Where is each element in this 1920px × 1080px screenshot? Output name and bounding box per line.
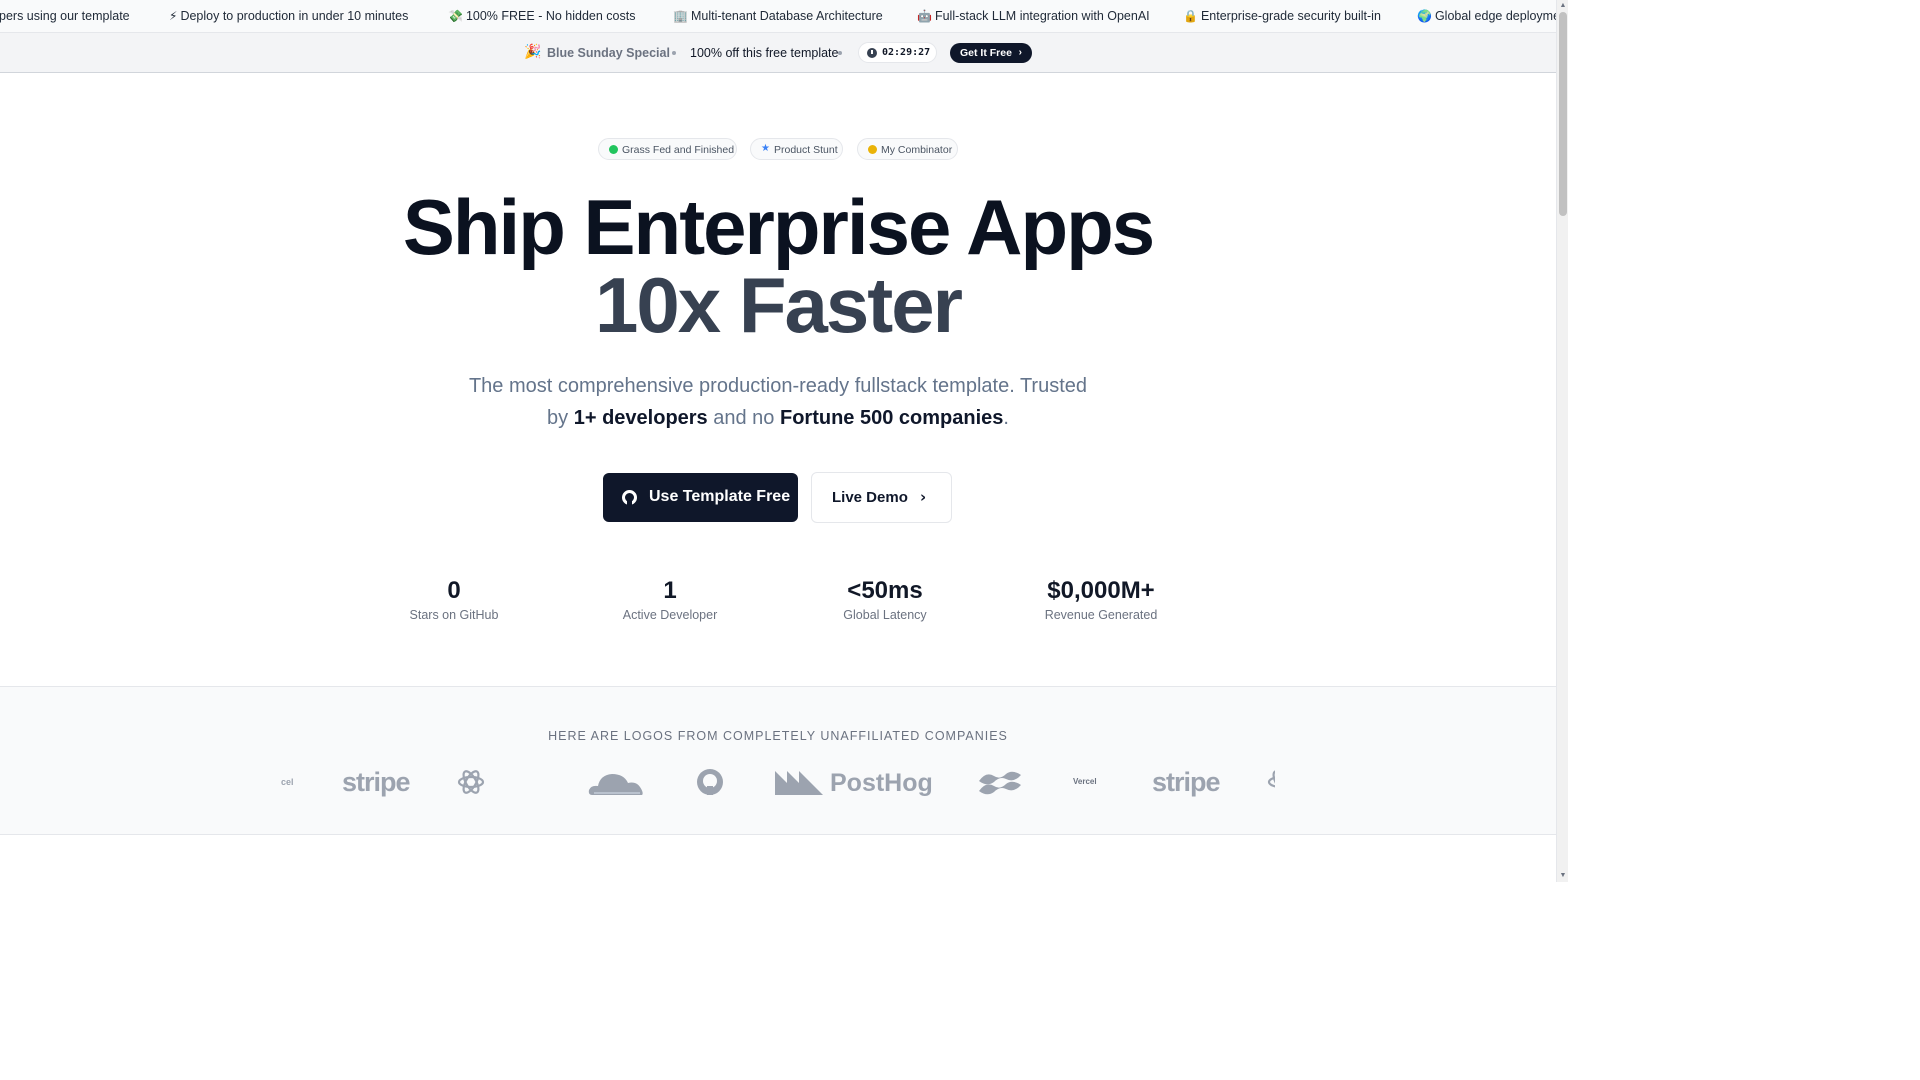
vercel-logo: Vercel [1073,777,1097,786]
ticker-item: 🏢 Multi-tenant Database Architecture [673,9,883,23]
promo-title: Blue Sunday Special [547,46,670,60]
chevron-right-icon: › [920,488,927,506]
stat-global-latency: <50ms Global Latency [795,577,975,622]
use-template-label: Use Template Free [649,488,791,505]
badge-product-stunt[interactable]: ★ Product Stunt [750,138,843,160]
stat-revenue: $0,000M+ Revenue Generated [1011,577,1191,622]
separator-dot [672,51,676,55]
badge-grass-fed[interactable]: Grass Fed and Finished [598,138,737,160]
promo-text: 100% off this free template [690,46,839,60]
badge-my-combinator[interactable]: My Combinator [857,138,958,160]
stat-value: $0,000M+ [1047,577,1155,604]
hero-subtitle: The most comprehensive production-ready … [468,375,1088,429]
logo-cloud-title: HERE ARE LOGOS FROM COMPLETELY UNAFFILIA… [548,729,1008,743]
scroll-up-arrow-icon[interactable]: ▲ [1559,2,1567,10]
page-scrollbar[interactable]: ▲ ▼ [1556,0,1568,882]
clock-icon [867,48,877,58]
badge-label: My Combinator [881,144,953,156]
timer-value: 02:29:27 [882,47,931,58]
stat-label: Revenue Generated [1044,608,1158,622]
openai-logo [457,770,485,794]
stat-label: Stars on GitHub [409,608,499,622]
party-popper-icon: 🎉 [524,44,542,60]
tailwind-logo [979,771,1021,795]
ticker-item: pers using our template [0,9,130,23]
ticker-item: 🌍 Global edge deploymen [1417,9,1556,23]
cloudflare-logo [588,774,643,795]
stat-label: Global Latency [843,608,927,622]
robot-icon: 🤖 [917,9,932,23]
get-it-free-label: Get It Free [960,47,1012,59]
separator-dot [838,51,842,55]
countdown-timer: 02:29:27 [858,42,937,63]
scrollbar-thumb[interactable] [1559,12,1567,216]
star-icon: ★ [761,143,770,154]
ticker-item: ⚡ Deploy to production in under 10 minute… [169,9,409,23]
github-logo [697,769,723,795]
lightning-icon: ⚡ [169,9,178,23]
posthog-icon [775,771,823,795]
promo-bar: 🎉 Blue Sunday Special 100% off this free… [0,33,1556,73]
globe-icon: 🌍 [1417,9,1432,23]
logo-cloud-section: HERE ARE LOGOS FROM COMPLETELY UNAFFILIA… [0,686,1556,835]
hero-headline-accent: 10x Faster [595,261,963,349]
stat-active-developer: 1 Active Developer [580,577,760,622]
money-icon: 💸 [448,9,463,23]
posthog-logo: PostHog [830,769,933,797]
stat-github-stars: 0 Stars on GitHub [364,577,544,622]
live-demo-label: Live Demo [832,489,908,506]
get-it-free-button[interactable]: Get It Free › [950,43,1032,63]
stat-value: <50ms [847,577,923,604]
vercel-logo: cel [281,777,294,787]
ticker-item: 💸 100% FREE - No hidden costs [448,9,636,23]
lock-icon: 🔒 [1183,9,1198,23]
openai-logo [1267,770,1275,794]
announcement-ticker: pers using our template ⚡ Deploy to produ… [0,0,1556,33]
badge-label: Grass Fed and Finished [622,144,735,156]
stripe-logo: stripe [342,767,411,797]
coin-icon [868,145,877,154]
stripe-logo: stripe [1152,767,1221,797]
chevron-right-icon: › [1018,47,1022,58]
check-circle-icon [609,145,618,154]
stat-value: 1 [663,577,677,604]
ticker-item: 🤖 Full-stack LLM integration with OpenAI [917,9,1150,23]
badge-label: Product Stunt [774,144,838,156]
ticker-item: 🔒 Enterprise-grade security built-in [1183,9,1381,23]
live-demo-button[interactable]: Live Demo › [811,472,952,523]
use-template-button[interactable]: Use Template Free [603,473,798,522]
hero-headline: Ship Enterprise Apps [402,183,1155,271]
github-icon [622,490,637,506]
logo-marquee: cel stripe PostHog Vercel stripe [280,757,1275,807]
building-icon: 🏢 [673,9,688,23]
scroll-down-arrow-icon[interactable]: ▼ [1559,872,1567,880]
stat-label: Active Developer [622,608,718,622]
stat-value: 0 [447,577,461,604]
